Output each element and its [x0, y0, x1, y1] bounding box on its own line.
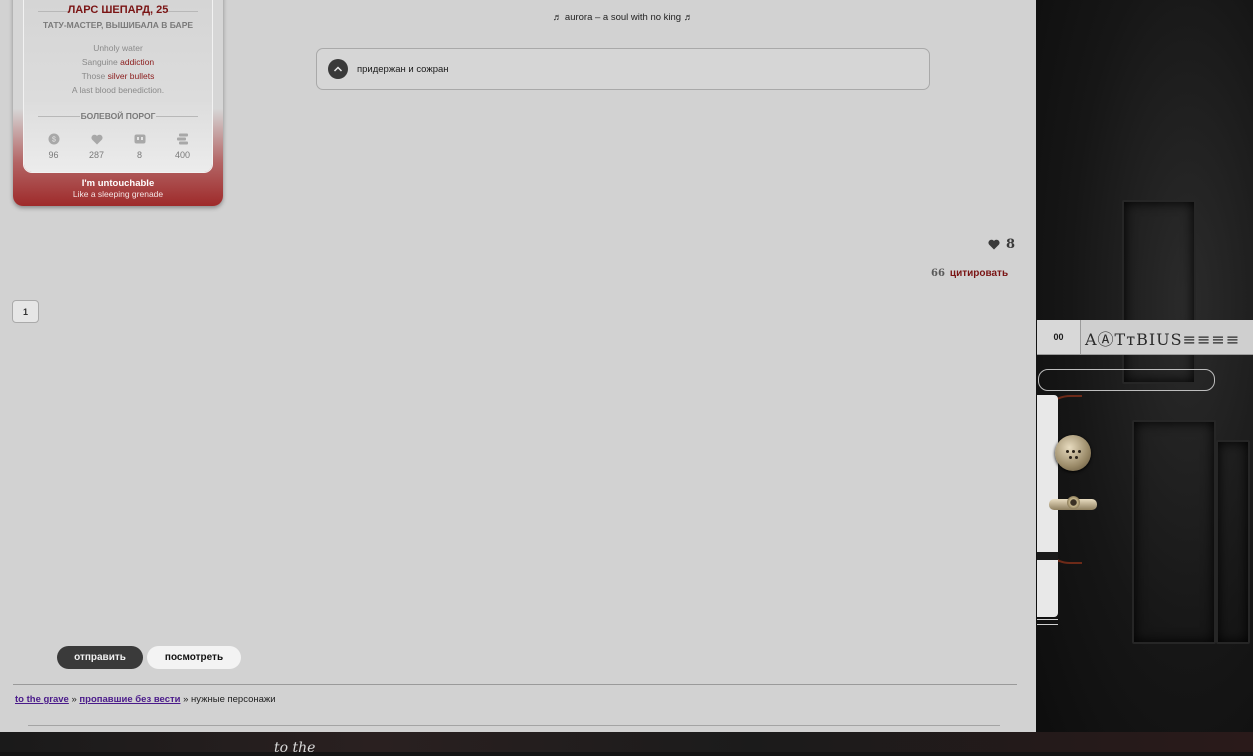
chevron-up-icon — [333, 66, 343, 72]
editor-toolbar: 00 AⒶTтBIUS≡≡≡≡ — [1037, 320, 1253, 355]
door-panel — [1122, 200, 1196, 384]
divider — [28, 725, 1000, 726]
pain-threshold-label: БОЛЕВОЙ ПОРОГ — [80, 111, 156, 121]
footer-banner: to the — [0, 732, 1253, 756]
door-panel — [1132, 420, 1216, 644]
profile-quote-title: I'm untouchable — [81, 178, 155, 189]
pagination-page[interactable]: 1 — [12, 300, 39, 323]
char-counter: 00 — [1037, 320, 1081, 354]
footer-motto: to the — [274, 740, 316, 756]
quote-label: цитировать — [949, 268, 1009, 279]
subject-input[interactable] — [1038, 369, 1215, 391]
breadcrumb-link[interactable]: to the grave — [15, 694, 69, 705]
breadcrumb-separator: » — [68, 694, 80, 705]
poem-text: Sanguine — [81, 57, 121, 67]
poem-line: Unholy water — [93, 43, 143, 53]
textarea-gap — [1037, 552, 1058, 560]
breadcrumb-current: нужные персонажи — [191, 694, 276, 705]
profile-card: ЛАРС ШЕПАРД, 25 ТАТУ-МАСТЕР, ВЫШИБАЛА В … — [13, 0, 223, 206]
stat-messages: 8 — [118, 132, 161, 160]
like-button[interactable]: 8 — [988, 237, 1015, 252]
spoiler-toggle-button[interactable] — [328, 59, 348, 79]
character-poem: Unholy water Sanguine addiction Those si… — [24, 41, 212, 97]
breadcrumb-link[interactable]: пропавшие без вести — [79, 694, 180, 705]
message-icon — [134, 134, 145, 143]
profile-quote-subtitle: Like a sleeping grenade — [72, 189, 164, 199]
door-handle-icon — [1049, 496, 1097, 510]
svg-text:$: $ — [52, 137, 56, 144]
stat-likes: 287 — [75, 132, 118, 160]
stat-coins: $ 96 — [32, 132, 75, 160]
format-tools[interactable]: AⒶTтBIUS≡≡≡≡ — [1085, 326, 1240, 350]
stat-value: 287 — [88, 150, 105, 160]
door-panel — [1216, 440, 1250, 644]
post-song: ♬ aurora – a soul with no king ♬ — [552, 12, 694, 23]
poem-line: A last blood benediction. — [71, 85, 165, 95]
stat-value: 8 — [136, 150, 142, 160]
heart-icon — [90, 134, 103, 144]
quote-icon: 66 — [931, 268, 945, 279]
heart-icon — [988, 239, 1000, 250]
spoiler-title: придержан и сожран — [357, 64, 449, 75]
stat-stack: 400 — [161, 132, 204, 160]
profile-stats: $ 96 287 8 400 — [32, 132, 204, 160]
stat-value: 400 — [174, 150, 191, 160]
poem-text: Those — [81, 71, 108, 81]
profile-inner: ЛАРС ШЕПАРД, 25 ТАТУ-МАСТЕР, ВЫШИБАЛА В … — [24, 0, 212, 172]
like-count: 8 — [1006, 237, 1016, 252]
post-area: ЛАРС ШЕПАРД, 25 ТАТУ-МАСТЕР, ВЫШИБАЛА В … — [0, 0, 1036, 732]
stack-icon — [177, 133, 188, 145]
coin-icon: $ — [48, 133, 59, 145]
resize-handle[interactable] — [1037, 619, 1058, 625]
spoiler-block[interactable]: придержан и сожран — [316, 48, 930, 90]
poem-line: Those silver bullets — [24, 69, 212, 83]
character-name[interactable]: ЛАРС ШЕПАРД, 25 — [24, 4, 212, 16]
poem-line: Sanguine addiction — [24, 55, 212, 69]
poem-accent: addiction — [120, 57, 155, 67]
quote-button[interactable]: 66 цитировать — [931, 268, 1008, 279]
preview-button[interactable]: посмотреть — [147, 646, 241, 669]
breadcrumb: to the grave » пропавшие без вести » нуж… — [15, 694, 276, 705]
divider — [13, 684, 1017, 685]
door-knob-icon — [1055, 435, 1091, 471]
breadcrumb-separator: » — [180, 694, 192, 705]
submit-button[interactable]: отправить — [57, 646, 143, 669]
stat-value: 96 — [48, 150, 59, 160]
character-role: ТАТУ-МАСТЕР, ВЫШИБАЛА В БАРЕ — [42, 20, 194, 30]
poem-accent: silver bullets — [107, 71, 155, 81]
